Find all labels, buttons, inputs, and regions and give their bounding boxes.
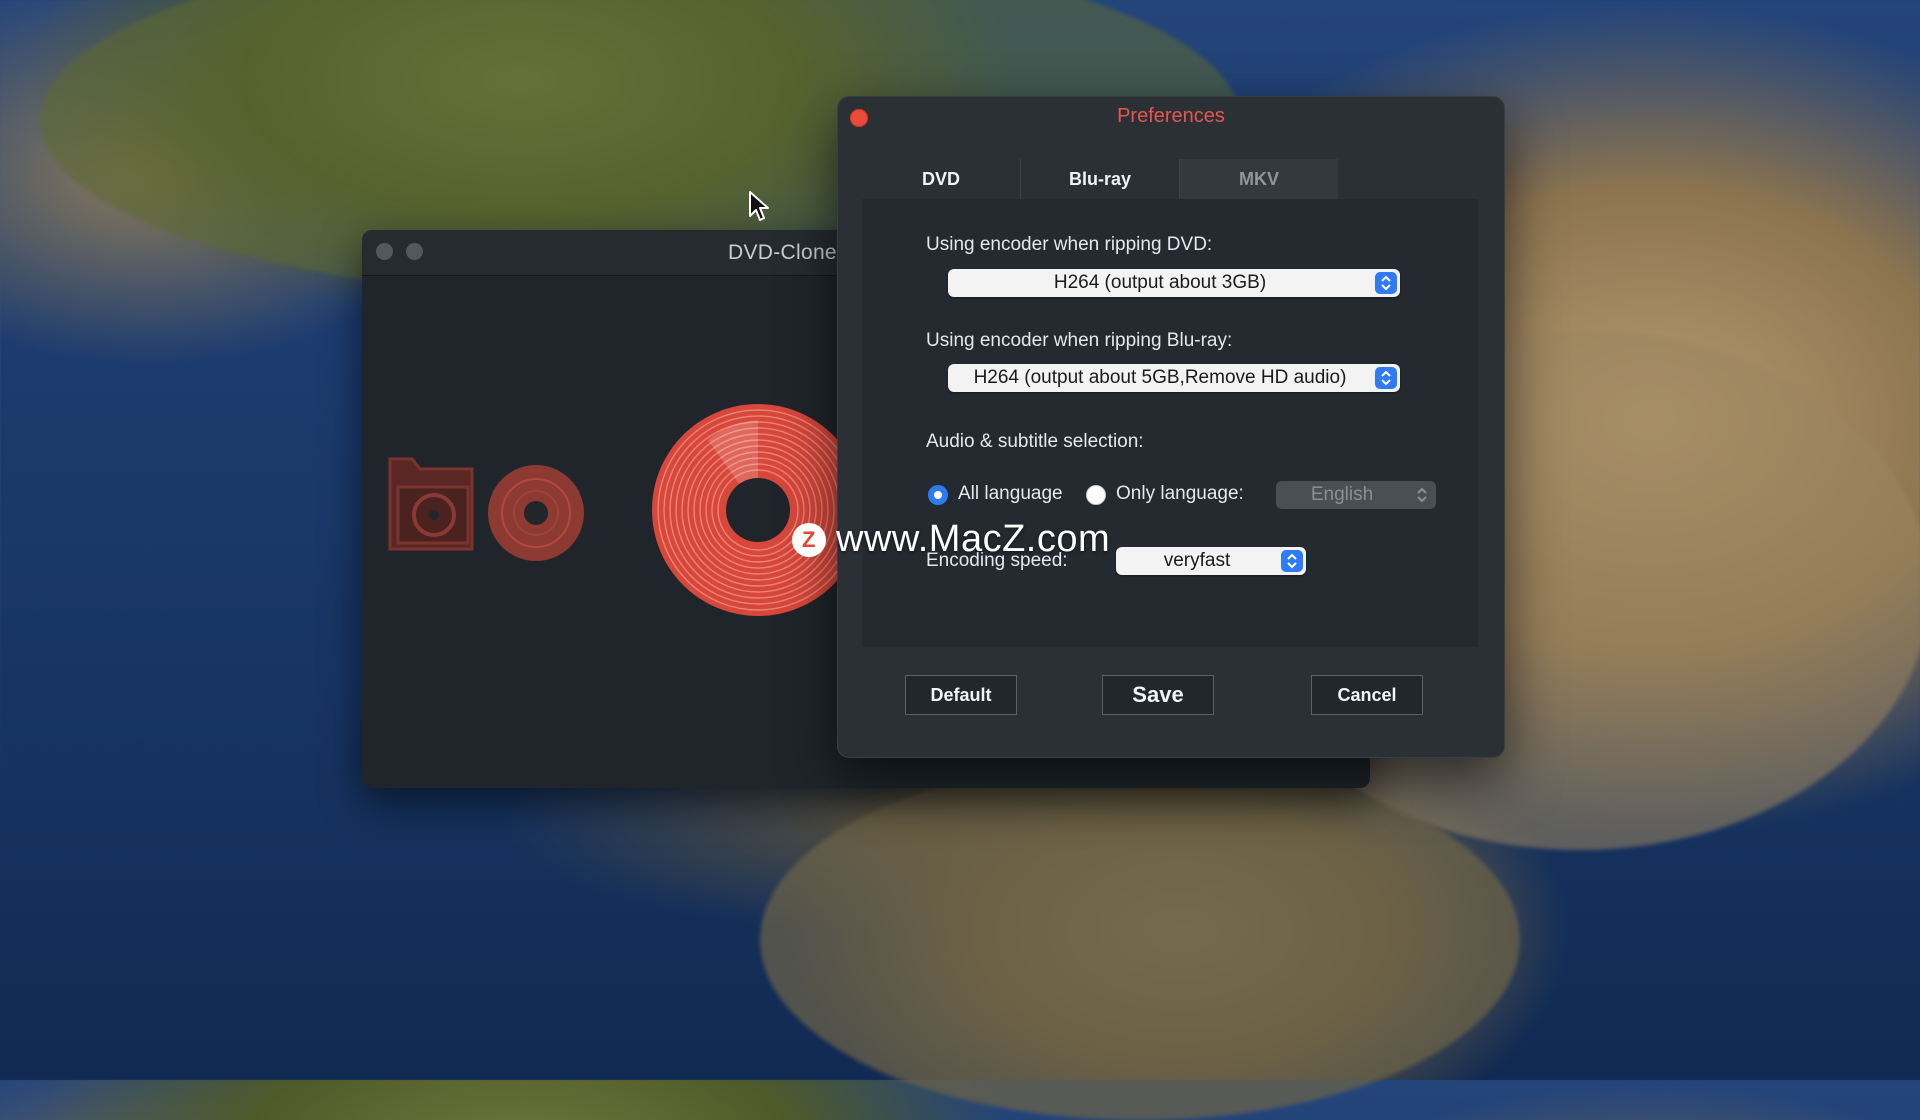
all-language-label: All language — [958, 483, 1063, 504]
mouse-pointer-icon — [749, 191, 769, 221]
default-button[interactable]: Default — [905, 675, 1017, 715]
tab-mkv[interactable]: MKV — [1180, 159, 1338, 199]
disc-icon — [652, 404, 864, 616]
mkv-settings-panel: Using encoder when ripping DVD: H264 (ou… — [862, 199, 1478, 647]
language-select[interactable]: English — [1276, 481, 1436, 509]
bluray-encoder-label: Using encoder when ripping Blu-ray: — [926, 330, 1233, 351]
encoding-speed-select[interactable]: veryfast — [1116, 547, 1306, 575]
chevron-up-down-icon — [1281, 550, 1303, 572]
preferences-dialog: Preferences DVD Blu-ray MKV Using encode… — [837, 96, 1505, 758]
save-button[interactable]: Save — [1102, 675, 1214, 715]
watermark-text: www.MacZ.com — [836, 518, 1111, 560]
tab-blu-ray[interactable]: Blu-ray — [1021, 159, 1180, 199]
watermark: Z www.MacZ.com — [792, 518, 1110, 561]
chevron-up-down-icon — [1375, 367, 1397, 389]
chevron-up-down-icon — [1375, 272, 1397, 294]
folder-disc-icon[interactable] — [386, 455, 586, 565]
cancel-button[interactable]: Cancel — [1311, 675, 1423, 715]
close-button[interactable] — [376, 243, 393, 260]
main-window-title: DVD-Cloner — [728, 241, 845, 264]
dvd-encoder-value: H264 (output about 3GB) — [1053, 272, 1267, 293]
watermark-logo: Z — [792, 522, 826, 557]
only-language-radio[interactable] — [1086, 485, 1106, 505]
language-value: English — [1310, 484, 1374, 505]
all-language-radio[interactable] — [928, 485, 948, 505]
minimize-button[interactable] — [406, 243, 423, 260]
audio-subtitle-label: Audio & subtitle selection: — [926, 431, 1144, 452]
encoding-speed-value: veryfast — [1163, 550, 1231, 571]
tab-bar: DVD Blu-ray MKV — [862, 159, 1338, 199]
only-language-label: Only language: — [1116, 483, 1244, 504]
desktop-rock — [760, 760, 1520, 1120]
dialog-title: Preferences — [1117, 105, 1225, 127]
tab-dvd[interactable]: DVD — [862, 159, 1021, 199]
dvd-encoder-label: Using encoder when ripping DVD: — [926, 234, 1213, 255]
dvd-encoder-select[interactable]: H264 (output about 3GB) — [948, 269, 1400, 297]
bluray-encoder-select[interactable]: H264 (output about 5GB,Remove HD audio) — [948, 364, 1400, 392]
bluray-encoder-value: H264 (output about 5GB,Remove HD audio) — [973, 367, 1347, 388]
chevron-up-down-icon — [1411, 484, 1433, 506]
